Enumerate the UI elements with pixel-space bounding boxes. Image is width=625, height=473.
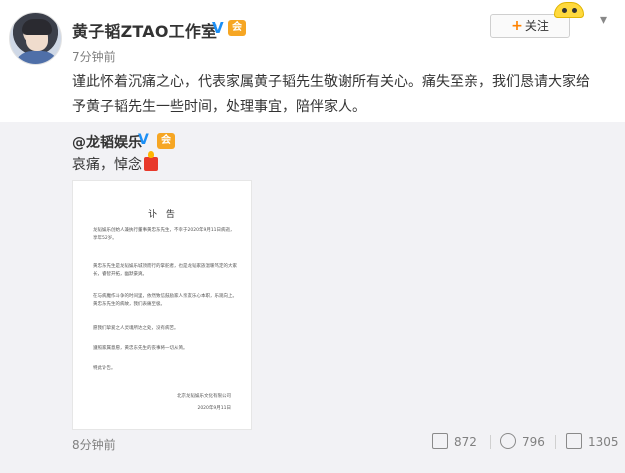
follow-label: 关注 [524, 19, 549, 33]
post-time[interactable]: 7分钟前 [72, 48, 116, 65]
obituary-paragraph: 遵照家属意愿，黄忠东先生的丧事将一切从简。 [93, 346, 188, 351]
repost-user-name[interactable]: @龙韬娱乐 [72, 132, 142, 152]
comment-count: 796 [522, 435, 545, 449]
sticker-head [554, 2, 584, 18]
post-text: 谨此怀着沉痛之心，代表家属黄子韬先生敬谢所有关心。痛失至亲，我们恳请大家给予黄子… [72, 74, 590, 115]
obituary-image[interactable]: 讣 告 龙韬娱乐创始人兼执行董事黄忠东先生，不幸于2020年9月11日病逝，享年… [72, 180, 252, 430]
vip-icon: 会 [228, 20, 246, 36]
avatar[interactable] [9, 12, 62, 65]
obituary-signature-date: 2020年9月11日 [197, 406, 231, 411]
repost-button[interactable]: 872 [432, 433, 477, 451]
post-header: 黄子韬ZTAO工作室 V 会 7分钟前 + 关注 ▾ 谨此怀着沉痛之心，代表家属黄… [0, 0, 625, 120]
sticker-eye [562, 8, 567, 13]
repost-count: 872 [454, 435, 477, 449]
candle-icon [144, 151, 158, 171]
avatar-body [14, 51, 60, 64]
obituary-paragraph: 龙韬娱乐创始人兼执行董事黄忠东先生，不幸于2020年9月11日病逝，享年52岁。 [93, 228, 235, 241]
comment-icon [500, 433, 516, 449]
divider [490, 435, 491, 449]
thumbs-up-icon [566, 433, 582, 449]
verified-icon: V [138, 132, 149, 148]
repost-text: 哀痛，悼念 [72, 151, 158, 174]
verified-icon: V [212, 19, 224, 37]
avatar-hair [22, 19, 52, 35]
repost-time[interactable]: 8分钟前 [72, 436, 116, 453]
repost-text-label: 哀痛，悼念 [72, 157, 142, 173]
plus-icon: + [511, 18, 523, 34]
obituary-paragraph: 愿我们挚爱之人灵魂所达之处，没有病苦。 [93, 326, 179, 331]
obituary-paragraph: 在与病魔作斗争的时间里，依然致信鼓励家人亲友乐心本职，乐观向上。黄忠东先生的病故… [93, 294, 237, 307]
share-icon [432, 433, 448, 449]
sticker-eye [572, 8, 577, 13]
comment-button[interactable]: 796 [500, 433, 545, 451]
reposted-content: @龙韬娱乐 V 会 哀痛，悼念 讣 告 龙韬娱乐创始人兼执行董事黄忠东先生，不幸… [0, 122, 625, 473]
like-count: 1305 [588, 435, 619, 449]
vip-icon: 会 [157, 133, 175, 149]
divider [555, 435, 556, 449]
obituary-title: 讣 告 [148, 210, 178, 220]
chevron-down-icon[interactable]: ▾ [600, 12, 607, 28]
cartoon-sticker-icon [548, 0, 590, 38]
obituary-paragraph: 黄忠东先生是龙韬娱乐城顶而行的掌舵者，也是龙韬家族温暖笃定的大家长，睿智开拓，幽… [93, 264, 237, 277]
obituary-paragraph: 特此讣告。 [93, 366, 116, 371]
like-button[interactable]: 1305 [566, 433, 619, 451]
obituary-signature-org: 北京龙韬娱乐文化有限公司 [177, 394, 231, 399]
user-name[interactable]: 黄子韬ZTAO工作室 [72, 18, 217, 42]
